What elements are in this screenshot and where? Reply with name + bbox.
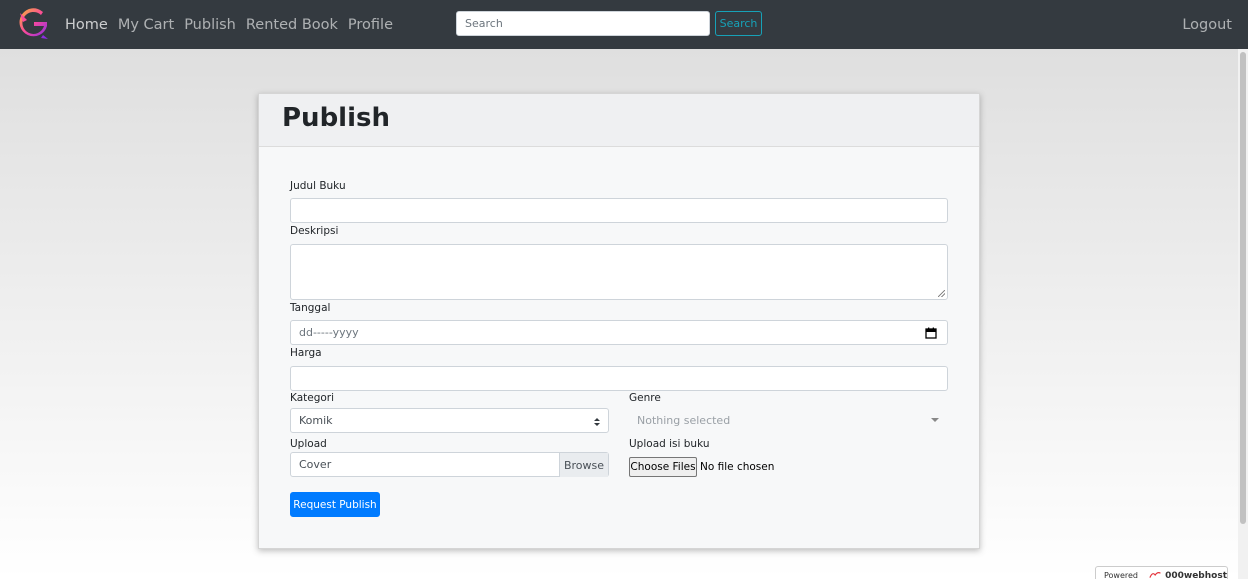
g-logo-icon[interactable] [17, 8, 49, 40]
nav-publish[interactable]: Publish [184, 17, 236, 33]
no-file-text: No file chosen [700, 461, 775, 473]
nav-rented-book[interactable]: Rented Book [246, 17, 338, 33]
search-button[interactable]: Search [715, 11, 762, 36]
tanggal-placeholder: dd-----yyyy [299, 326, 359, 339]
resize-grip-icon[interactable] [938, 290, 945, 297]
upload-isi-label: Upload isi buku [629, 438, 710, 450]
nav-my-cart[interactable]: My Cart [118, 17, 174, 33]
nav-home[interactable]: Home [65, 17, 108, 33]
scrollbar-thumb[interactable] [1240, 52, 1246, 524]
browse-button[interactable]: Browse [559, 453, 608, 477]
select-arrows-icon [594, 418, 600, 426]
genre-label: Genre [629, 392, 661, 404]
harga-input[interactable] [290, 366, 948, 391]
upload-label: Upload [290, 438, 327, 450]
powered-by-brand: 000webhost [1165, 571, 1227, 579]
choose-files-button[interactable]: Choose Files [629, 457, 697, 477]
judul-input[interactable] [290, 198, 948, 223]
navbar: Home My Cart Publish Rented Book Profile… [0, 0, 1248, 49]
caret-down-icon [931, 418, 939, 422]
nav-profile[interactable]: Profile [348, 17, 393, 33]
genre-placeholder: Nothing selected [637, 413, 731, 427]
nav-links: Home My Cart Publish Rented Book Profile [65, 0, 403, 49]
harga-label: Harga [290, 347, 322, 359]
logout-link[interactable]: Logout [1182, 0, 1232, 49]
genre-select[interactable]: Nothing selected [629, 408, 947, 432]
tanggal-input[interactable]: dd-----yyyy [290, 320, 948, 345]
upload-cover-input[interactable]: Cover Browse [290, 452, 609, 477]
kategori-selected: Komik [299, 414, 333, 427]
tanggal-label: Tanggal [290, 302, 331, 314]
powered-by-prefix: Powered by [1104, 571, 1139, 579]
publish-card: Publish Judul Buku Deskripsi Tanggal dd-… [258, 93, 980, 549]
kategori-select[interactable]: Komik [290, 408, 609, 433]
powered-by-badge[interactable]: Powered by 000webhost [1095, 566, 1228, 579]
card-header: Publish [259, 94, 979, 147]
deskripsi-label: Deskripsi [290, 225, 339, 237]
kategori-label: Kategori [290, 392, 335, 404]
judul-label: Judul Buku [290, 180, 346, 192]
upload-cover-text: Cover [299, 458, 332, 471]
deskripsi-textarea[interactable] [290, 244, 948, 300]
webhost-logo-icon [1149, 572, 1161, 578]
request-publish-button[interactable]: Request Publish [290, 492, 380, 517]
calendar-icon[interactable] [925, 327, 937, 339]
page-title: Publish [282, 103, 390, 133]
search-input[interactable] [456, 11, 710, 36]
